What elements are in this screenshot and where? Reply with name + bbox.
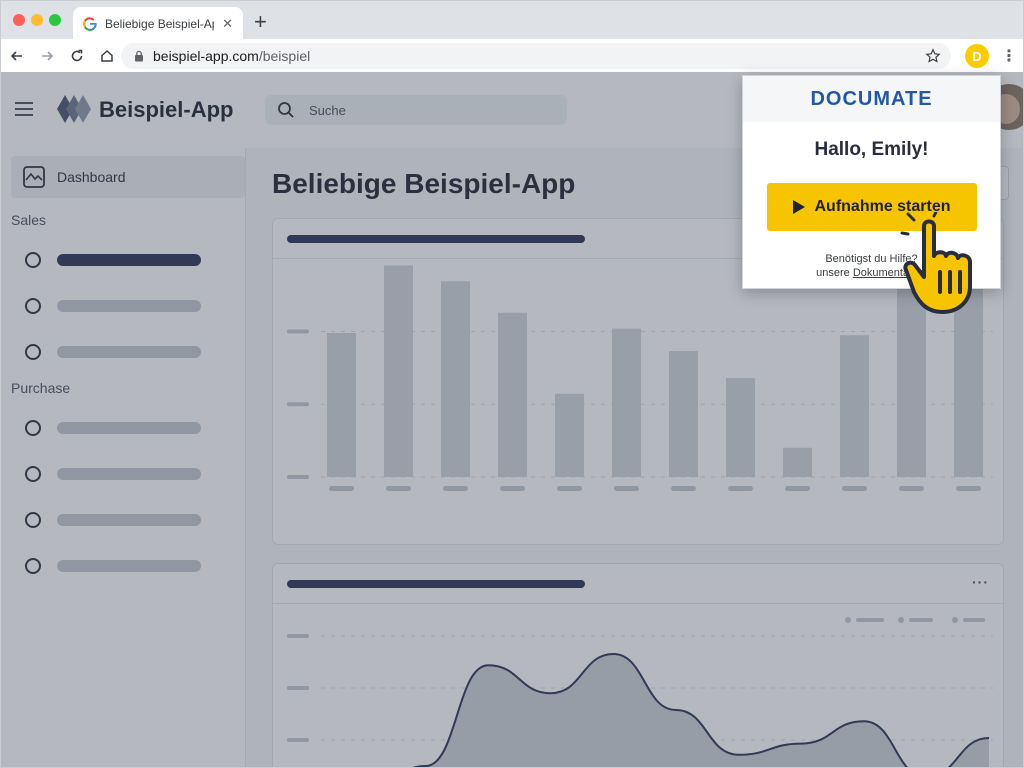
url-path: /beispiel	[258, 48, 311, 64]
google-icon	[83, 16, 97, 31]
arrow-left-icon	[10, 51, 22, 61]
documate-logo: DOCUMATE	[810, 87, 933, 110]
url-domain: beispiel-app.com	[153, 48, 259, 64]
arrow-right-icon	[42, 51, 54, 61]
browser-tab[interactable]: Beliebige Beispiel-App ✕	[73, 7, 243, 40]
tab-close-icon[interactable]: ✕	[222, 16, 233, 32]
help-prefix: unsere	[816, 267, 853, 279]
close-window-button[interactable]	[13, 14, 25, 26]
minimize-window-button[interactable]	[31, 14, 43, 26]
reload-icon	[71, 49, 83, 62]
address-bar[interactable]: beispiel-app.com/beispiel	[121, 43, 951, 69]
play-icon	[793, 200, 806, 214]
browser-menu-icon[interactable]: ⋮	[1001, 46, 1017, 66]
back-button[interactable]	[3, 42, 31, 70]
window-controls	[13, 14, 61, 26]
popup-header: DOCUMATE	[743, 76, 1000, 122]
lock-icon	[135, 50, 143, 62]
home-button[interactable]	[93, 42, 121, 70]
forward-button[interactable]	[33, 42, 61, 70]
bookmark-star-icon[interactable]	[925, 48, 941, 64]
new-tab-button[interactable]: +	[254, 11, 267, 33]
tab-title: Beliebige Beispiel-App	[105, 16, 215, 31]
home-icon	[101, 49, 113, 62]
greeting-text: Hallo, Emily!	[814, 139, 929, 160]
documate-extension-icon[interactable]: D	[965, 44, 989, 68]
browser-chrome: Beliebige Beispiel-App ✕ + beispiel-app.…	[0, 0, 1024, 73]
maximize-window-button[interactable]	[49, 14, 61, 26]
pointing-hand-cursor-icon	[900, 212, 972, 314]
browser-toolbar: beispiel-app.com/beispiel D ⋮	[1, 39, 1023, 73]
reload-button[interactable]	[63, 42, 91, 70]
